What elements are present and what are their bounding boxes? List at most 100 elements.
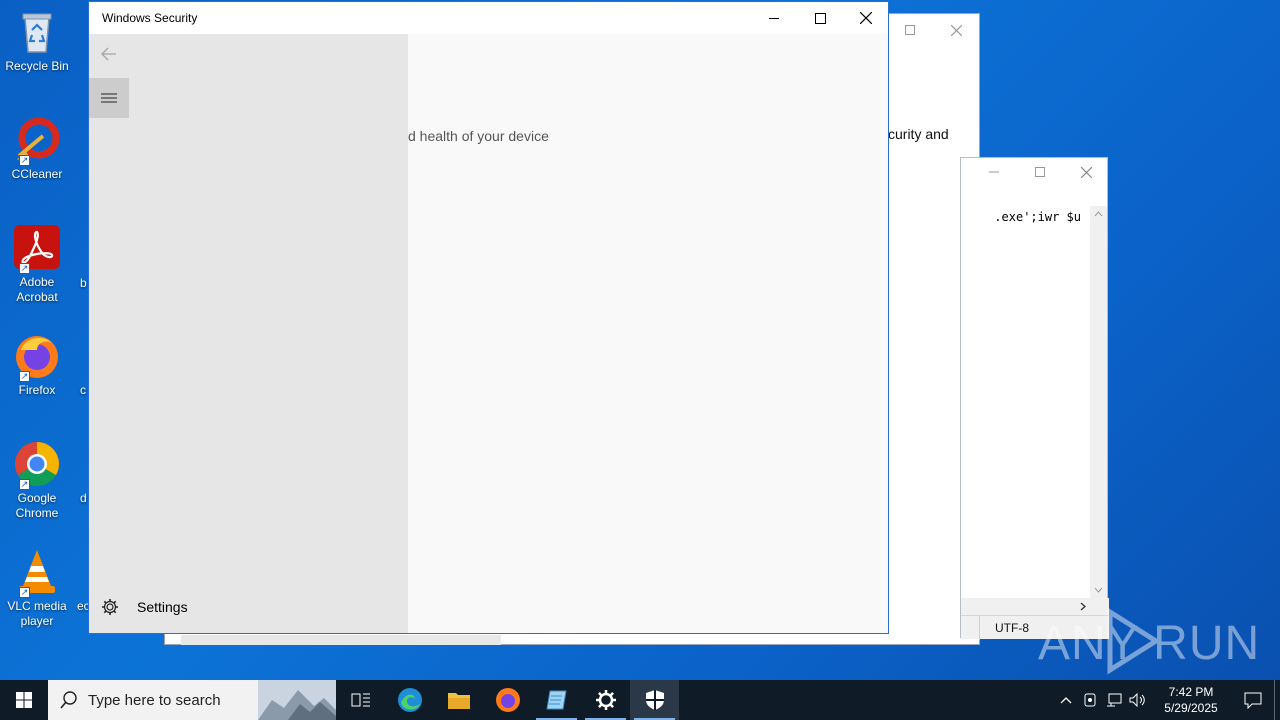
adobe-acrobat-icon: ↗ xyxy=(13,224,61,274)
window-text-fragment: curity and xyxy=(888,126,949,142)
partial-desktop-label: b xyxy=(80,276,87,290)
close-icon xyxy=(1080,166,1092,178)
shortcut-arrow-icon: ↗ xyxy=(19,587,30,598)
close-button[interactable] xyxy=(1063,158,1109,186)
window-title: Windows Security xyxy=(102,11,198,25)
task-view-button[interactable] xyxy=(336,680,385,720)
back-arrow-icon xyxy=(101,47,116,61)
partial-desktop-label: d xyxy=(80,491,87,505)
anyrun-watermark: ANY RUN xyxy=(1038,606,1259,676)
close-icon xyxy=(950,24,962,36)
task-view-icon xyxy=(351,693,370,707)
minimize-icon xyxy=(769,18,779,19)
vertical-scrollbar[interactable] xyxy=(1090,206,1107,598)
folder-icon xyxy=(447,693,470,709)
gear-icon xyxy=(595,690,616,710)
windows-security-window[interactable]: Windows Security Settings d health of yo xyxy=(88,1,889,634)
taskbar-firefox-button[interactable] xyxy=(483,680,532,720)
taskbar-settings-button[interactable] xyxy=(581,680,630,720)
hamburger-icon xyxy=(101,93,117,103)
taskbar-windows-security-button[interactable] xyxy=(630,680,679,720)
watermark-text: ANY RUN xyxy=(1038,617,1261,670)
desktop-icon-recycle-bin[interactable]: Recycle Bin xyxy=(4,8,70,74)
edge-icon xyxy=(397,688,422,712)
shortcut-arrow-icon: ↗ xyxy=(19,371,30,382)
settings-nav-item[interactable]: Settings xyxy=(89,590,408,624)
clock[interactable]: 7:42 PM 5/29/2025 xyxy=(1150,684,1232,716)
notepad-window[interactable]: .exe';iwr $u UTF-8 xyxy=(960,157,1109,640)
shortcut-arrow-icon: ↗ xyxy=(19,155,30,166)
gear-icon xyxy=(102,599,118,615)
taskbar-file-explorer-button[interactable] xyxy=(434,680,483,720)
content-pane: d health of your device xyxy=(408,34,888,633)
partial-desktop-label: c xyxy=(80,383,86,397)
shield-icon xyxy=(645,690,664,710)
title-bar[interactable]: Windows Security xyxy=(89,2,888,34)
horizontal-scrollbar[interactable] xyxy=(181,635,501,645)
close-button[interactable] xyxy=(933,14,979,46)
code-line: .exe';iwr $u xyxy=(994,210,1081,224)
minimize-icon xyxy=(989,171,999,173)
desktop-icon-label: Recycle Bin xyxy=(5,59,69,73)
firefox-icon: ↗ xyxy=(13,332,61,382)
tray-device-button[interactable] xyxy=(1078,680,1102,720)
shortcut-arrow-icon: ↗ xyxy=(19,479,30,490)
minimize-button[interactable] xyxy=(971,158,1017,186)
back-button[interactable] xyxy=(89,34,129,74)
shortcut-arrow-icon: ↗ xyxy=(19,263,30,274)
desktop-icon-label: Firefox xyxy=(18,383,56,397)
ccleaner-icon: ↗ xyxy=(13,116,61,166)
close-button[interactable] xyxy=(843,2,889,34)
maximize-icon xyxy=(905,25,915,35)
maximize-icon xyxy=(814,12,826,24)
scroll-up-arrow-icon[interactable] xyxy=(1090,206,1107,223)
search-highlight-image xyxy=(258,680,336,720)
text-editor-area[interactable]: .exe';iwr $u xyxy=(961,206,1091,598)
search-icon xyxy=(60,691,77,709)
network-button[interactable] xyxy=(1102,680,1126,720)
desktop-icon-label: CCleaner xyxy=(11,167,63,181)
desktop-icon-google-chrome[interactable]: ↗ Google Chrome xyxy=(4,440,70,521)
desktop-icon-label: Google Chrome xyxy=(15,491,59,520)
volume-button[interactable] xyxy=(1126,680,1150,720)
taskbar-edge-button[interactable] xyxy=(385,680,434,720)
clock-date: 5/29/2025 xyxy=(1164,701,1218,715)
desktop-icon-firefox[interactable]: ↗ Firefox xyxy=(4,332,70,398)
firefox-icon xyxy=(495,688,520,712)
windows-logo-icon xyxy=(16,692,32,708)
clock-time: 7:42 PM xyxy=(1168,685,1214,699)
hamburger-menu-button[interactable] xyxy=(89,78,129,118)
taskbar: Type here to search 7:42 PM 5/29/2025 xyxy=(0,680,1280,720)
content-description: d health of your device xyxy=(408,128,549,144)
desktop-icon-vlc[interactable]: ↗ VLC media player xyxy=(4,548,70,629)
notepad-icon xyxy=(545,690,567,710)
notification-icon xyxy=(1244,692,1262,709)
desktop-icon-label: Adobe Acrobat xyxy=(16,275,58,304)
maximize-button[interactable] xyxy=(887,14,933,46)
navigation-pane: Settings xyxy=(89,34,408,633)
speaker-icon xyxy=(1129,693,1145,707)
desktop-icon-ccleaner[interactable]: ↗ CCleaner xyxy=(4,116,70,182)
show-desktop-button[interactable] xyxy=(1274,680,1280,720)
search-placeholder: Type here to search xyxy=(88,691,221,709)
maximize-button[interactable] xyxy=(1017,158,1063,186)
vlc-icon: ↗ xyxy=(13,548,61,598)
show-hidden-icons-button[interactable] xyxy=(1054,680,1078,720)
taskbar-notepad-button[interactable] xyxy=(532,680,581,720)
maximize-button[interactable] xyxy=(797,2,843,34)
chevron-up-icon xyxy=(1060,697,1072,704)
minimize-button[interactable] xyxy=(751,2,797,34)
desktop-icon-label: VLC media player xyxy=(7,599,67,628)
settings-label: Settings xyxy=(137,599,188,615)
device-icon xyxy=(1084,693,1096,707)
chrome-icon: ↗ xyxy=(13,440,61,490)
close-icon xyxy=(860,12,872,24)
taskbar-search-box[interactable]: Type here to search xyxy=(48,680,336,720)
action-center-button[interactable] xyxy=(1232,680,1274,720)
recycle-bin-icon xyxy=(13,8,61,56)
start-button[interactable] xyxy=(0,680,48,720)
scroll-down-arrow-icon[interactable] xyxy=(1090,581,1107,598)
maximize-icon xyxy=(1035,167,1045,177)
desktop-icon-adobe-acrobat[interactable]: ↗ Adobe Acrobat xyxy=(4,224,70,305)
encoding-label: UTF-8 xyxy=(995,621,1029,635)
